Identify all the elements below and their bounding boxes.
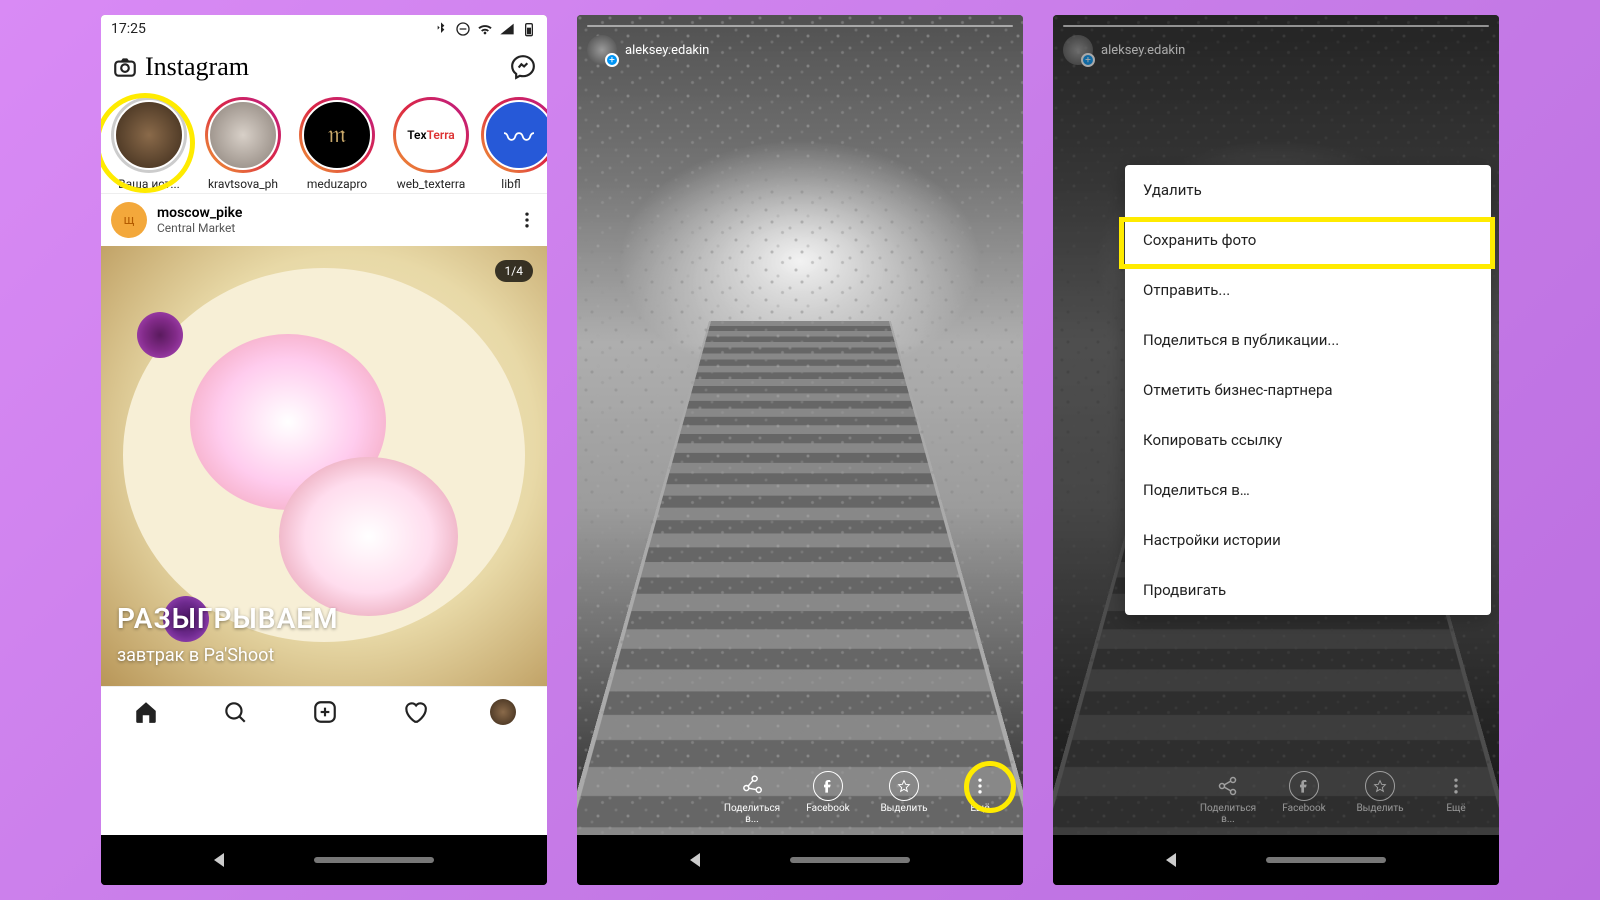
dnd-icon — [455, 21, 471, 37]
android-nav-bar — [101, 835, 547, 885]
nav-back-icon[interactable] — [1166, 853, 1176, 867]
tab-activity[interactable] — [401, 698, 429, 726]
status-time: 17:25 — [111, 21, 146, 37]
menu-story-settings[interactable]: Настройки истории — [1125, 515, 1491, 565]
nav-back-icon[interactable] — [214, 853, 224, 867]
story-item[interactable]: 〰 libfl — [481, 97, 541, 191]
story-share-button[interactable]: Поделиться в... — [721, 771, 783, 825]
post-more-icon[interactable] — [517, 210, 537, 230]
story-header: + aleksey.edakin — [1053, 21, 1499, 69]
story-facebook-button: Facebook — [1273, 771, 1335, 825]
menu-delete[interactable]: Удалить — [1125, 165, 1491, 215]
stories-row[interactable]: Ваша ист... kravtsova_ph 𝔪 meduzapro Tex… — [101, 91, 547, 194]
story-item[interactable]: kravtsova_ph — [199, 97, 287, 191]
story-your-story[interactable]: Ваша ист... — [105, 97, 193, 191]
status-icons — [433, 21, 537, 37]
add-story-plus-icon: + — [1081, 53, 1095, 67]
story-avatar: + — [1063, 35, 1093, 65]
menu-save-photo[interactable]: Сохранить фото — [1125, 215, 1491, 265]
story-progress-bar — [1063, 25, 1489, 27]
nav-back-icon[interactable] — [690, 853, 700, 867]
story-more-button[interactable]: Ещё — [949, 771, 1011, 825]
nav-home-pill[interactable] — [790, 857, 910, 863]
nav-home-pill[interactable] — [314, 857, 434, 863]
story-options-menu: Удалить Сохранить фото Отправить... Поде… — [1125, 165, 1491, 615]
story-header: + aleksey.edakin — [577, 21, 1023, 69]
story-more-button: Ещё — [1425, 771, 1487, 825]
post-image[interactable]: 1/4 РАЗЫГРЫВАЕМ завтрак в Pa'Shoot — [101, 246, 547, 686]
signal-icon — [499, 21, 515, 37]
story-facebook-button[interactable]: Facebook — [797, 771, 859, 825]
story-action-bar: Поделиться в... Facebook Выделить Ещё — [577, 771, 1023, 825]
story-highlight-button[interactable]: Выделить — [873, 771, 935, 825]
carousel-counter: 1/4 — [495, 260, 533, 282]
menu-share-as-post[interactable]: Поделиться в публикации... — [1125, 315, 1491, 365]
story-progress-bar — [587, 25, 1013, 27]
camera-icon[interactable] — [111, 53, 139, 81]
story-viewer[interactable]: + aleksey.edakin Поделиться в... Faceboo… — [577, 15, 1023, 835]
story-action-bar: Поделиться в... Facebook Выделить Ещё — [1053, 771, 1499, 825]
story-highlight-button: Выделить — [1349, 771, 1411, 825]
add-story-plus-icon: + — [605, 53, 619, 67]
story-avatar[interactable]: + — [587, 35, 617, 65]
app-header: Instagram — [101, 43, 547, 91]
menu-copy-link[interactable]: Копировать ссылку — [1125, 415, 1491, 465]
story-item[interactable]: 𝔪 meduzapro — [293, 97, 381, 191]
nav-home-pill[interactable] — [1266, 857, 1386, 863]
instagram-logo: Instagram — [145, 52, 249, 82]
story-item[interactable]: TexTerra web_texterra — [387, 97, 475, 191]
menu-promote[interactable]: Продвигать — [1125, 565, 1491, 615]
story-username[interactable]: aleksey.edakin — [625, 43, 709, 58]
story-viewer[interactable]: + aleksey.edakin Поделиться в... Faceboo… — [1053, 15, 1499, 835]
android-nav-bar — [1053, 835, 1499, 885]
status-bar: 17:25 — [101, 15, 547, 43]
tab-home[interactable] — [132, 698, 160, 726]
tab-search[interactable] — [221, 698, 249, 726]
story-share-button: Поделиться в... — [1197, 771, 1259, 825]
menu-tag-partner[interactable]: Отметить бизнес-партнера — [1125, 365, 1491, 415]
battery-icon — [521, 21, 537, 37]
story-username: aleksey.edakin — [1101, 43, 1185, 58]
menu-send[interactable]: Отправить... — [1125, 265, 1491, 315]
tab-new-post[interactable] — [311, 698, 339, 726]
tab-bar — [101, 686, 547, 736]
post-caption-line2: завтрак в Pa'Shoot — [117, 645, 339, 666]
post-header: щ moscow_pike Central Market — [101, 194, 547, 246]
messenger-icon[interactable] — [509, 53, 537, 81]
post-location[interactable]: Central Market — [157, 221, 242, 235]
phone-2-story: + aleksey.edakin Поделиться в... Faceboo… — [577, 15, 1023, 885]
phone-1-feed: 17:25 Instagram Ваша ист. — [101, 15, 547, 885]
post-username[interactable]: moscow_pike — [157, 205, 242, 221]
bluetooth-icon — [433, 21, 449, 37]
menu-share-to[interactable]: Поделиться в… — [1125, 465, 1491, 515]
wifi-icon — [477, 21, 493, 37]
phone-3-story-menu: + aleksey.edakin Поделиться в... Faceboo… — [1053, 15, 1499, 885]
tab-profile[interactable] — [490, 699, 516, 725]
post-caption-line1: РАЗЫГРЫВАЕМ — [117, 602, 339, 635]
post-avatar[interactable]: щ — [111, 202, 147, 238]
android-nav-bar — [577, 835, 1023, 885]
